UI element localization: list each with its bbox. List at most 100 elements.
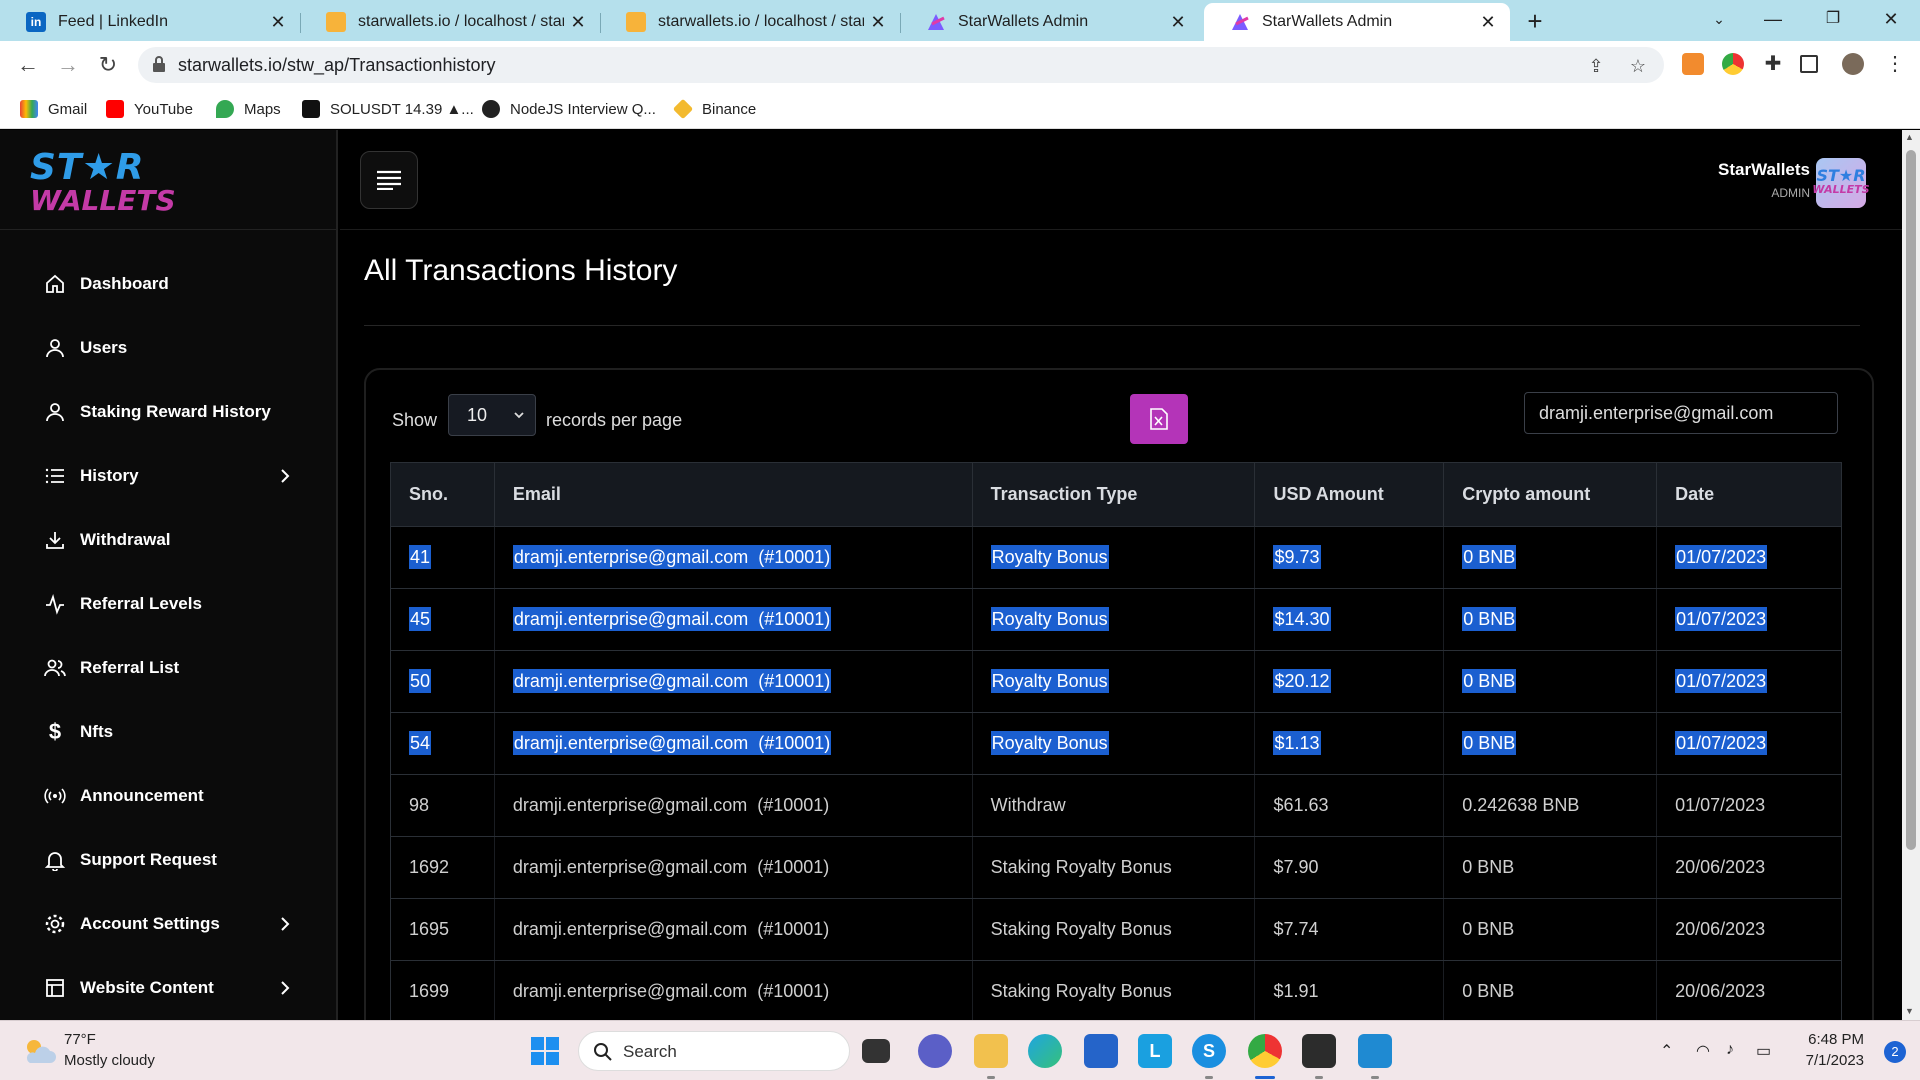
metamask-icon[interactable] bbox=[1682, 53, 1704, 75]
url-field[interactable]: starwallets.io/stw_ap/Transactionhistory… bbox=[138, 47, 1664, 83]
close-icon[interactable]: ✕ bbox=[564, 12, 592, 33]
extension-icon[interactable] bbox=[1722, 53, 1744, 75]
cell-email: dramji.enterprise@gmail.com (#10001) bbox=[512, 669, 832, 693]
logo-line1: ST★R bbox=[30, 147, 145, 188]
sidebar-item-announcement[interactable]: Announcement bbox=[0, 770, 338, 822]
notification-badge[interactable]: 2 bbox=[1884, 1041, 1906, 1063]
sidebar-item-support-request[interactable]: Support Request bbox=[0, 834, 338, 886]
column-header-sno[interactable]: Sno. bbox=[390, 462, 495, 527]
column-header-transaction-type[interactable]: Transaction Type bbox=[971, 462, 1256, 527]
bookmark-label: Maps bbox=[244, 100, 281, 118]
minimize-button[interactable]: — bbox=[1748, 0, 1798, 41]
vscode-icon[interactable] bbox=[1358, 1034, 1392, 1068]
bookmark-solusdt[interactable]: SOLUSDT 14.39 ▲... bbox=[302, 97, 474, 121]
cell-sno: 54 bbox=[409, 731, 432, 755]
scrollbar-thumb[interactable] bbox=[1906, 150, 1916, 850]
chat-icon[interactable] bbox=[918, 1034, 952, 1068]
battery-icon[interactable]: ▭ bbox=[1756, 1041, 1771, 1061]
column-header-email[interactable]: Email bbox=[493, 462, 973, 527]
browser-tab-bar: in Feed | LinkedIn ✕ starwallets.io / lo… bbox=[0, 0, 1920, 41]
share-icon[interactable]: ⇪ bbox=[1586, 56, 1606, 76]
page-scrollbar[interactable]: ▲ ▼ bbox=[1902, 130, 1920, 1020]
sidebar-item-referral-list[interactable]: Referral List bbox=[0, 642, 338, 694]
l-app-icon[interactable]: L bbox=[1138, 1034, 1172, 1068]
volume-icon[interactable]: ♪ bbox=[1726, 1041, 1734, 1059]
restore-button[interactable]: ❐ bbox=[1808, 0, 1858, 41]
close-icon[interactable]: ✕ bbox=[1474, 12, 1502, 33]
bookmark-star-icon[interactable]: ☆ bbox=[1628, 56, 1648, 76]
tab-phpmyadmin-1[interactable]: starwallets.io / localhost / star_w ✕ bbox=[300, 3, 600, 41]
file-explorer-icon[interactable] bbox=[974, 1034, 1008, 1068]
export-excel-button[interactable] bbox=[1130, 394, 1188, 444]
scroll-down-arrow-icon[interactable]: ▼ bbox=[1905, 1006, 1914, 1016]
close-icon[interactable]: ✕ bbox=[864, 12, 892, 33]
sidebar-item-nfts[interactable]: $ Nfts bbox=[0, 706, 338, 758]
sidebar-item-staking-reward-history[interactable]: Staking Reward History bbox=[0, 386, 338, 438]
puzzle-icon[interactable]: ✚ bbox=[1762, 53, 1784, 75]
new-tab-button[interactable]: + bbox=[1520, 6, 1550, 36]
bookmark-maps[interactable]: Maps bbox=[216, 97, 281, 121]
windows-start-icon[interactable] bbox=[528, 1034, 562, 1068]
tab-linkedin[interactable]: in Feed | LinkedIn ✕ bbox=[0, 3, 300, 41]
reload-button[interactable]: ↻ bbox=[92, 49, 124, 81]
scroll-up-arrow-icon[interactable]: ▲ bbox=[1905, 132, 1914, 142]
sidebar-item-account-settings[interactable]: Account Settings bbox=[0, 898, 338, 950]
starwallets-logo[interactable]: ST★R WALLETS bbox=[30, 147, 176, 220]
records-per-page-select[interactable]: 10 bbox=[448, 394, 536, 436]
lock-icon[interactable] bbox=[152, 56, 166, 72]
table-row: 1695 dramji.enterprise@gmail.com (#10001… bbox=[390, 898, 1842, 961]
profile-avatar[interactable] bbox=[1842, 53, 1864, 75]
weather-temperature[interactable]: 77°F bbox=[64, 1031, 96, 1048]
sidebar-item-withdrawal[interactable]: Withdrawal bbox=[0, 514, 338, 566]
menu-kebab-icon[interactable]: ⋮ bbox=[1884, 53, 1906, 75]
chrome-icon[interactable] bbox=[1248, 1034, 1282, 1068]
bookmark-youtube[interactable]: YouTube bbox=[106, 97, 193, 121]
clock-time[interactable]: 6:48 PM bbox=[1808, 1031, 1864, 1048]
cell-usd: $7.90 bbox=[1273, 857, 1319, 877]
close-icon[interactable]: ✕ bbox=[1164, 12, 1192, 33]
sidebar-item-history[interactable]: History bbox=[0, 450, 338, 502]
sidebar-item-label: Dashboard bbox=[80, 274, 169, 293]
back-button[interactable]: ← bbox=[12, 49, 44, 81]
taskbar-search-box[interactable]: Search bbox=[578, 1031, 850, 1071]
close-icon[interactable]: ✕ bbox=[264, 12, 292, 33]
menu-toggle-button[interactable] bbox=[360, 151, 418, 209]
sidebar-item-dashboard[interactable]: Dashboard bbox=[0, 258, 338, 310]
search-input[interactable] bbox=[1524, 392, 1838, 434]
column-header-date[interactable]: Date bbox=[1656, 462, 1842, 527]
cell-type: Royalty Bonus bbox=[990, 545, 1109, 569]
weather-description[interactable]: Mostly cloudy bbox=[64, 1052, 155, 1069]
sidebar-item-referral-levels[interactable]: Referral Levels bbox=[0, 578, 338, 630]
tab-phpmyadmin-2[interactable]: starwallets.io / localhost / star_w ✕ bbox=[600, 3, 900, 41]
forward-button[interactable]: → bbox=[52, 49, 84, 81]
task-view-icon[interactable] bbox=[862, 1039, 890, 1063]
bookmark-binance[interactable]: Binance bbox=[672, 97, 756, 121]
sidebar-item-users[interactable]: Users bbox=[0, 322, 338, 374]
edge-browser-icon[interactable] bbox=[1028, 1034, 1062, 1068]
bookmark-nodejs[interactable]: NodeJS Interview Q... bbox=[482, 97, 656, 121]
cell-usd: $14.30 bbox=[1273, 607, 1331, 631]
side-panel-icon[interactable] bbox=[1800, 55, 1818, 73]
tab-search-icon[interactable]: ⌄ bbox=[1694, 0, 1744, 41]
column-header-crypto-amount[interactable]: Crypto amount bbox=[1443, 462, 1658, 527]
column-header-usd-amount[interactable]: USD Amount bbox=[1254, 462, 1445, 527]
wifi-icon[interactable]: ◠ bbox=[1696, 1041, 1710, 1061]
terminal-icon[interactable] bbox=[1302, 1034, 1336, 1068]
cell-date: 20/06/2023 bbox=[1675, 919, 1766, 939]
skype-icon[interactable]: S bbox=[1192, 1034, 1226, 1068]
cell-type: Staking Royalty Bonus bbox=[990, 857, 1172, 877]
store-icon[interactable] bbox=[1084, 1034, 1118, 1068]
cell-crypto: 0 BNB bbox=[1462, 545, 1517, 569]
avatar[interactable]: ST★R WALLETS bbox=[1812, 158, 1870, 208]
user-icon bbox=[44, 337, 66, 359]
tab-starwallets-1[interactable]: StarWallets Admin ✕ bbox=[900, 3, 1200, 41]
bookmark-gmail[interactable]: Gmail bbox=[20, 97, 87, 121]
cell-date: 01/07/2023 bbox=[1675, 795, 1766, 815]
clock-date[interactable]: 7/1/2023 bbox=[1806, 1052, 1864, 1069]
chevron-up-icon[interactable]: ⌃ bbox=[1660, 1041, 1673, 1061]
sidebar-item-website-content[interactable]: Website Content bbox=[0, 962, 338, 1014]
tab-starwallets-active[interactable]: StarWallets Admin ✕ bbox=[1204, 3, 1510, 41]
close-window-button[interactable]: ✕ bbox=[1866, 0, 1916, 41]
cell-type: Staking Royalty Bonus bbox=[990, 919, 1172, 939]
cloud-sun-icon[interactable] bbox=[22, 1037, 56, 1065]
